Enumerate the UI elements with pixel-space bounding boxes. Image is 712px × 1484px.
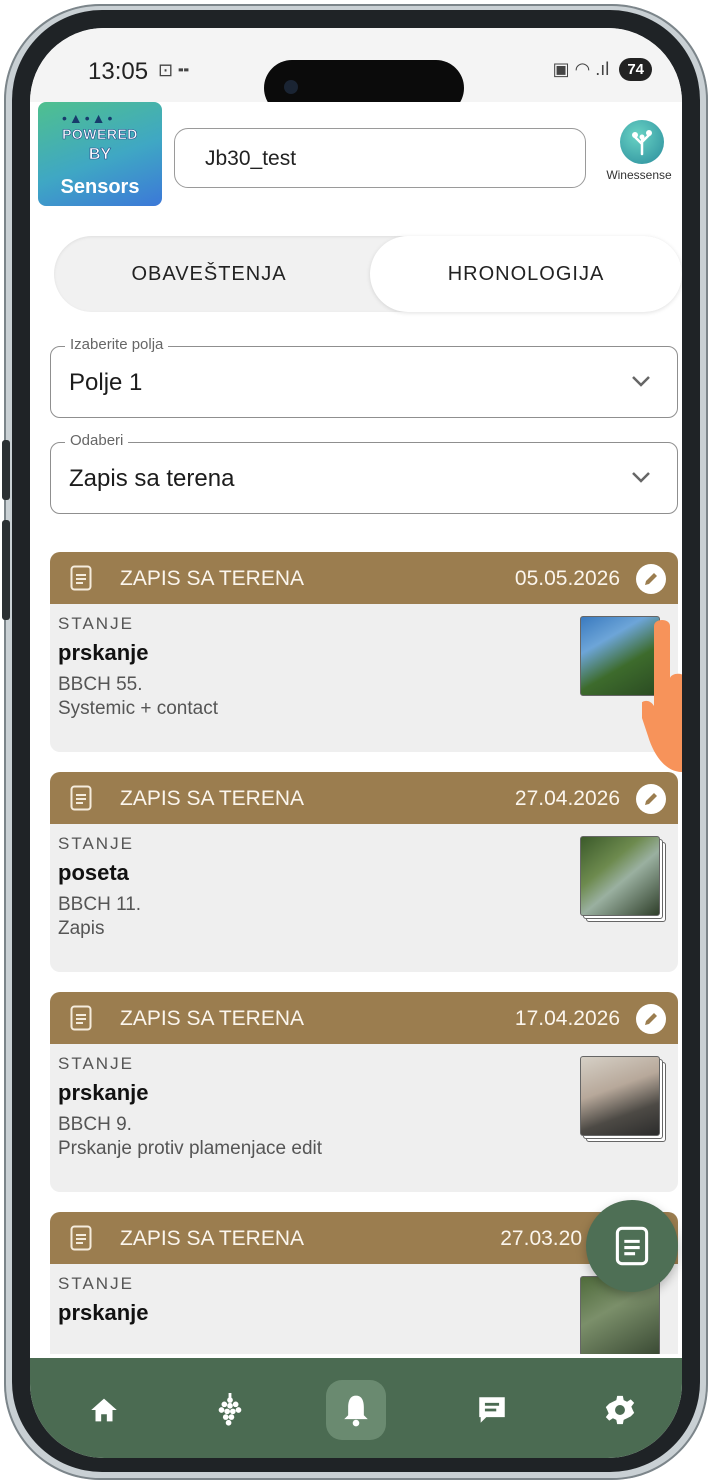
grapes-icon — [218, 1393, 242, 1426]
pencil-icon — [645, 1013, 657, 1025]
tab-obavestenja[interactable]: OBAVEŠTENJA — [54, 236, 364, 312]
bell-icon — [344, 1395, 368, 1427]
nav-settings[interactable] — [590, 1380, 650, 1440]
document-icon — [70, 1225, 92, 1251]
gear-icon — [605, 1395, 635, 1425]
record-note: Systemic + contact — [58, 698, 218, 719]
record-type-select[interactable]: Odaberi Zapis sa terena — [50, 432, 678, 514]
add-record-fab[interactable] — [586, 1200, 678, 1292]
logo-text-by: BY — [88, 146, 112, 164]
status-notification-icons: ⊡ ╍ — [158, 60, 189, 80]
tab-hronologija[interactable]: HRONOLOGIJA — [370, 236, 682, 312]
record-card[interactable]: ZAPIS SA TERENA 27.03.20 STANJE prskanje — [50, 1212, 678, 1354]
record-date: 27.04.2026 — [514, 787, 620, 810]
record-type-label: Odaberi — [65, 432, 129, 449]
chevron-down-icon — [632, 376, 650, 387]
record-card[interactable]: ZAPIS SA TERENA 05.05.2026 STANJE prskan… — [50, 552, 678, 752]
record-type-value: Zapis sa terena — [69, 465, 235, 492]
edit-record-button[interactable] — [636, 1004, 666, 1034]
pencil-icon — [645, 573, 657, 585]
status-time: 13:05 — [88, 58, 149, 85]
record-card-header: ZAPIS SA TERENA 17.04.2026 — [50, 992, 678, 1044]
record-date: 27.03.20 — [500, 1227, 582, 1250]
powered-by-sensors-logo: •▲•▲• POWERED BY Sensors — [38, 102, 162, 206]
side-button — [2, 520, 10, 620]
signal-icons: ▣ ◠ .ıl — [552, 59, 610, 79]
logo-text-powered: POWERED — [62, 126, 138, 143]
winessense-logo[interactable]: Winessense — [602, 120, 682, 200]
app-screen: 13:05 ⊡ ╍ ▣ ◠ .ıl 74 •▲•▲• POWERED BY Se… — [30, 28, 682, 1458]
logo-dots: •▲•▲• — [62, 110, 115, 126]
home-icon — [91, 1398, 117, 1422]
record-card-header: ZAPIS SA TERENA 05.05.2026 — [50, 552, 678, 604]
record-card-body: STANJE prskanje — [50, 1264, 678, 1354]
record-card-body: STANJE prskanje BBCH 9. Prskanje protiv … — [50, 1044, 678, 1190]
winessense-label: Winessense — [606, 168, 672, 182]
photo-thumbnail[interactable] — [580, 836, 660, 916]
record-type: ZAPIS SA TERENA — [120, 787, 305, 810]
document-icon — [70, 1005, 92, 1031]
record-card-body: STANJE poseta BBCH 11. Zapis — [50, 824, 678, 970]
record-card[interactable]: ZAPIS SA TERENA 27.04.2026 STANJE poseta… — [50, 772, 678, 972]
field-select[interactable]: Izaberite polja Polje 1 — [50, 336, 678, 418]
record-card-header: ZAPIS SA TERENA 27.04.2026 — [50, 772, 678, 824]
nav-home[interactable] — [74, 1380, 134, 1440]
document-icon — [70, 785, 92, 811]
edit-record-button[interactable] — [636, 564, 666, 594]
record-date: 17.04.2026 — [514, 1007, 620, 1030]
document-icon — [70, 565, 92, 591]
tab-switcher: OBAVEŠTENJA HRONOLOGIJA — [54, 236, 682, 312]
record-photo-stack[interactable] — [580, 836, 666, 922]
battery-indicator: 74 — [619, 58, 652, 81]
record-date: 05.05.2026 — [514, 567, 620, 590]
record-type: ZAPIS SA TERENA — [120, 1227, 305, 1250]
message-icon — [479, 1397, 505, 1423]
record-card-body: STANJE prskanje BBCH 55. Systemic + cont… — [50, 604, 678, 750]
record-type: ZAPIS SA TERENA — [120, 567, 305, 590]
logo-text-sensors: Sensors — [60, 176, 140, 198]
pointer-hand-icon — [642, 620, 682, 772]
side-button — [2, 440, 10, 500]
bottom-navigation — [30, 1358, 682, 1458]
field-select-value: Polje 1 — [69, 369, 143, 396]
photo-thumbnail[interactable] — [580, 1056, 660, 1136]
edit-record-button[interactable] — [636, 784, 666, 814]
record-photo-stack[interactable] — [580, 1056, 666, 1142]
nav-messages[interactable] — [462, 1380, 522, 1440]
device-name-field[interactable]: Jb30_test — [174, 128, 586, 188]
record-note: Prskanje protiv plamenjace edit — [58, 1138, 323, 1159]
chevron-down-icon — [632, 472, 650, 483]
nav-vineyard[interactable] — [200, 1380, 260, 1440]
nav-notifications[interactable] — [326, 1380, 386, 1440]
record-card-header: ZAPIS SA TERENA 27.03.20 — [50, 1212, 678, 1264]
field-select-label: Izaberite polja — [65, 336, 169, 353]
pencil-icon — [645, 793, 657, 805]
vine-icon — [620, 120, 664, 164]
status-system-icons: ▣ ◠ .ıl 74 — [553, 58, 652, 81]
new-document-icon — [615, 1226, 649, 1266]
record-note: Zapis — [58, 918, 105, 939]
app-header: •▲•▲• POWERED BY Sensors Jb30_test Wines… — [30, 102, 682, 212]
records-list[interactable]: ZAPIS SA TERENA 05.05.2026 STANJE prskan… — [50, 552, 678, 1354]
record-card[interactable]: ZAPIS SA TERENA 17.04.2026 STANJE prskan… — [50, 992, 678, 1192]
camera-icon — [284, 80, 298, 94]
record-type: ZAPIS SA TERENA — [120, 1007, 305, 1030]
